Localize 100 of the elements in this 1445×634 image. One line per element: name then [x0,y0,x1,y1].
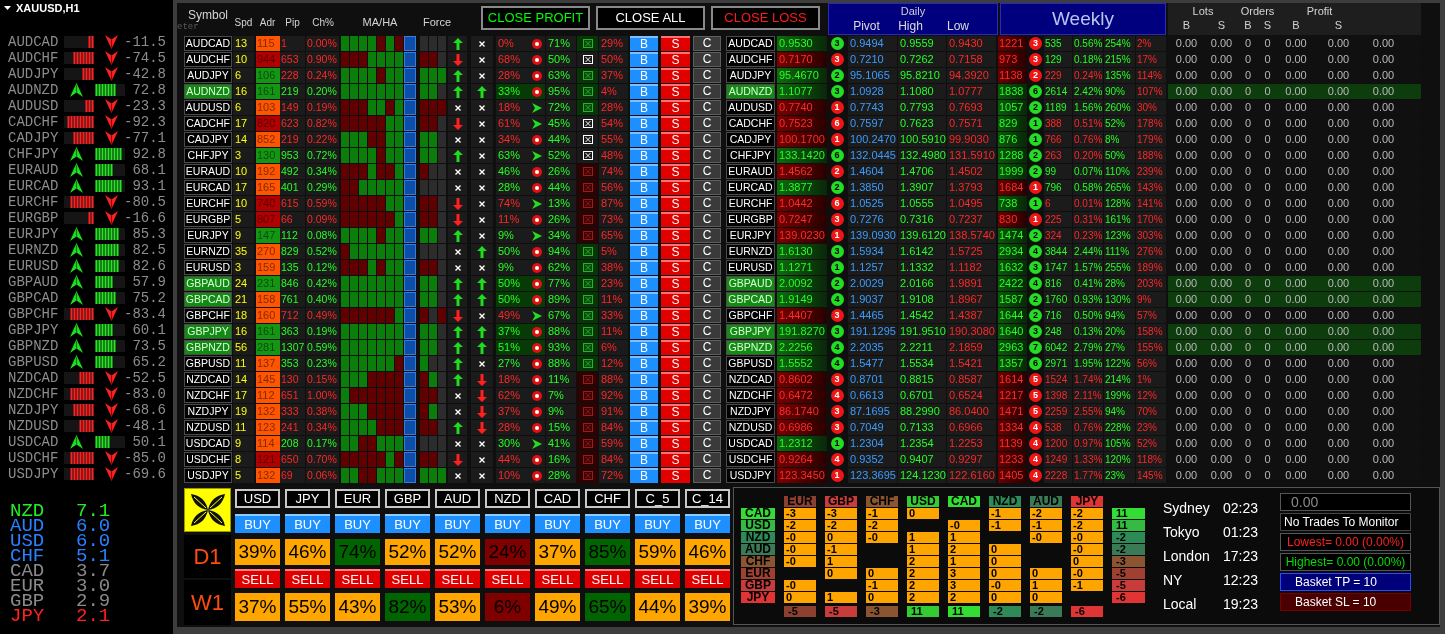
buy-button[interactable]: B [630,228,658,243]
sell-button[interactable]: SELL [685,569,730,588]
close-position-button[interactable]: C [693,276,721,291]
sell-button[interactable]: SELL [485,569,530,588]
sell-button[interactable]: S [661,244,690,259]
buy-button[interactable]: BUY [585,514,630,533]
close-position-button[interactable]: C [693,212,721,227]
buy-button[interactable]: BUY [335,514,380,533]
close-position-button[interactable]: C [693,356,721,371]
sell-button[interactable]: SELL [435,569,480,588]
currency-button[interactable]: AUD [435,489,480,508]
sell-button[interactable]: S [661,196,690,211]
buy-button[interactable]: BUY [685,514,730,533]
sell-button[interactable]: S [661,436,690,451]
buy-button[interactable]: B [630,356,658,371]
buy-button[interactable]: B [630,52,658,67]
buy-button[interactable]: B [630,324,658,339]
close-position-button[interactable]: C [693,84,721,99]
sell-button[interactable]: S [661,84,690,99]
close-position-button[interactable]: C [693,164,721,179]
sell-button[interactable]: S [661,36,690,51]
monitor-value-field[interactable]: 0.00 [1280,493,1411,511]
sell-button[interactable]: S [661,132,690,147]
sell-button[interactable]: S [661,52,690,67]
sell-button[interactable]: S [661,148,690,163]
sell-button[interactable]: SELL [585,569,630,588]
sell-button[interactable]: S [661,228,690,243]
buy-button[interactable]: B [630,100,658,115]
buy-button[interactable]: BUY [635,514,680,533]
sell-button[interactable]: S [661,68,690,83]
close-all-button[interactable]: CLOSE ALL [596,6,705,30]
sell-button[interactable]: SELL [635,569,680,588]
sell-button[interactable]: S [661,356,690,371]
buy-button[interactable]: B [630,420,658,435]
sell-button[interactable]: S [661,308,690,323]
close-position-button[interactable]: C [693,116,721,131]
buy-button[interactable]: B [630,84,658,99]
sell-button[interactable]: S [661,388,690,403]
close-position-button[interactable]: C [693,244,721,259]
sell-button[interactable]: S [661,420,690,435]
buy-button[interactable]: B [630,36,658,51]
dropdown-triangle-icon[interactable] [4,6,11,10]
buy-button[interactable]: B [630,164,658,179]
close-position-button[interactable]: C [693,260,721,275]
currency-button[interactable]: GBP [385,489,430,508]
buy-button[interactable]: B [630,116,658,131]
close-position-button[interactable]: C [693,68,721,83]
currency-button[interactable]: EUR [335,489,380,508]
buy-button[interactable]: B [630,68,658,83]
sell-button[interactable]: SELL [335,569,380,588]
currency-button[interactable]: C_14 [685,489,730,508]
buy-button[interactable]: BUY [385,514,430,533]
sell-button[interactable]: S [661,164,690,179]
currency-button[interactable]: JPY [285,489,330,508]
close-position-button[interactable]: C [693,452,721,467]
buy-button[interactable]: BUY [235,514,280,533]
buy-button[interactable]: B [630,244,658,259]
close-position-button[interactable]: C [693,404,721,419]
sell-button[interactable]: S [661,260,690,275]
buy-button[interactable]: BUY [485,514,530,533]
sell-button[interactable]: SELL [285,569,330,588]
close-position-button[interactable]: C [693,420,721,435]
buy-button[interactable]: B [630,340,658,355]
buy-button[interactable]: B [630,212,658,227]
close-position-button[interactable]: C [693,148,721,163]
currency-button[interactable]: CHF [585,489,630,508]
close-position-button[interactable]: C [693,388,721,403]
buy-button[interactable]: B [630,132,658,147]
close-position-button[interactable]: C [693,436,721,451]
sell-button[interactable]: S [661,468,690,483]
buy-button[interactable]: B [630,276,658,291]
buy-button[interactable]: B [630,372,658,387]
currency-button[interactable]: C_5 [635,489,680,508]
buy-button[interactable]: B [630,388,658,403]
buy-button[interactable]: BUY [435,514,480,533]
buy-button[interactable]: B [630,452,658,467]
sell-button[interactable]: S [661,372,690,387]
buy-button[interactable]: B [630,308,658,323]
buy-button[interactable]: B [630,196,658,211]
close-position-button[interactable]: C [693,52,721,67]
close-position-button[interactable]: C [693,132,721,147]
sell-button[interactable]: S [661,116,690,131]
close-position-button[interactable]: C [693,308,721,323]
close-position-button[interactable]: C [693,228,721,243]
buy-button[interactable]: BUY [285,514,330,533]
sell-button[interactable]: SELL [385,569,430,588]
currency-button[interactable]: CAD [535,489,580,508]
buy-button[interactable]: B [630,180,658,195]
buy-button[interactable]: B [630,292,658,307]
close-position-button[interactable]: C [693,324,721,339]
sell-button[interactable]: S [661,100,690,115]
buy-button[interactable]: BUY [535,514,580,533]
close-profit-button[interactable]: CLOSE PROFIT [481,6,590,30]
close-position-button[interactable]: C [693,340,721,355]
close-position-button[interactable]: C [693,372,721,387]
buy-button[interactable]: B [630,148,658,163]
close-position-button[interactable]: C [693,468,721,483]
close-position-button[interactable]: C [693,180,721,195]
sell-button[interactable]: S [661,404,690,419]
close-position-button[interactable]: C [693,292,721,307]
